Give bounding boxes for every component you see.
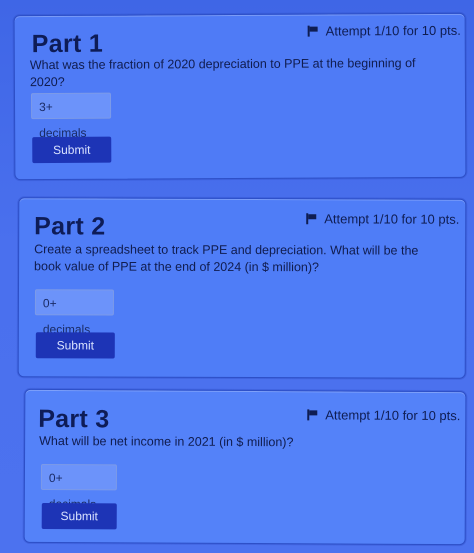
part-1-attempt: Attempt 1/10 for 10 pts. (308, 23, 461, 39)
part-3-answer-input[interactable]: 0+ decimals (40, 463, 118, 511)
part-3-card: Part 3 Attempt 1/10 for 10 pts. What wil… (23, 388, 467, 546)
part-3-question: What will be net income in 2021 (in $ mi… (39, 433, 294, 450)
flag-icon[interactable] (307, 409, 318, 420)
part-3-attempt-text: Attempt 1/10 for 10 pts. (325, 407, 461, 424)
part-2-answer-input[interactable]: 0+ decimals (34, 289, 114, 336)
part-3-title: Part 3 (38, 404, 110, 434)
part-2-submit-button[interactable]: Submit (35, 332, 115, 359)
part-3-submit-button[interactable]: Submit (41, 502, 117, 530)
part-2-title: Part 2 (34, 212, 106, 241)
flag-icon[interactable] (306, 213, 317, 224)
part-1-card: Part 1 Attempt 1/10 for 10 pts. What was… (13, 12, 467, 181)
part-2-attempt-text: Attempt 1/10 for 10 pts. (324, 211, 460, 227)
part-2-card: Part 2 Attempt 1/10 for 10 pts. Create a… (17, 197, 467, 379)
part-2-question: Create a spreadsheet to track PPE and de… (34, 242, 419, 275)
part-1-title: Part 1 (31, 29, 104, 59)
part-1-answer-input[interactable]: 3+ decimals (30, 92, 112, 140)
flag-icon[interactable] (308, 26, 319, 37)
part-3-attempt: Attempt 1/10 for 10 pts. (307, 407, 460, 423)
part-2-attempt: Attempt 1/10 for 10 pts. (306, 211, 460, 227)
part-1-attempt-text: Attempt 1/10 for 10 pts. (325, 22, 461, 39)
part-1-submit-button[interactable]: Submit (32, 136, 112, 164)
part-1-question: What was the fraction of 2020 depreciati… (29, 56, 416, 90)
